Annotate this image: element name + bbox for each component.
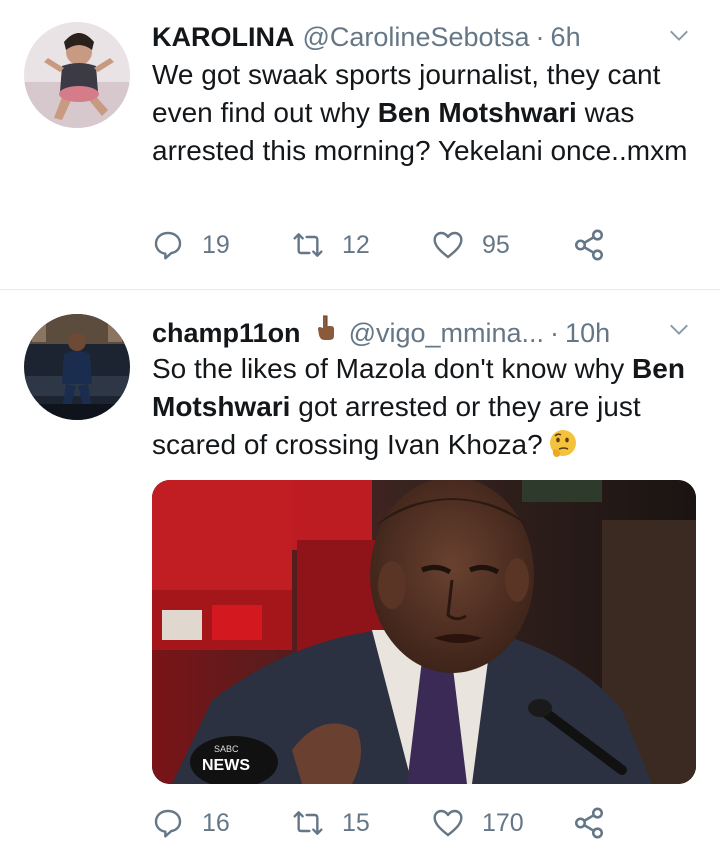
heart-icon xyxy=(433,809,463,837)
tweet-body: KAROLINA @CarolineSebotsa · 6h We got sw… xyxy=(152,18,698,170)
thinking-face-emoji-icon xyxy=(549,430,576,457)
retweet-count: 15 xyxy=(342,808,370,837)
pointing-down-emoji-icon xyxy=(317,315,334,340)
retweet-button[interactable]: 12 xyxy=(292,229,432,261)
tweet-header: KAROLINA @CarolineSebotsa · 6h xyxy=(152,18,698,56)
reply-icon xyxy=(154,809,182,838)
handle[interactable]: @vigo_mmina... xyxy=(349,314,544,352)
handle[interactable]: @CarolineSebotsa xyxy=(303,18,530,56)
like-button[interactable]: 170 xyxy=(432,807,572,839)
reply-button[interactable]: 19 xyxy=(152,229,292,261)
tweet-header: champ11on @vigo_mmina... · 10h xyxy=(152,312,698,350)
timestamp[interactable]: 6h xyxy=(551,18,581,56)
tweet-text-part: So the likes of Mazola don't know why xyxy=(152,353,633,384)
tweet-media-image[interactable]: SABC NEWS xyxy=(152,480,696,784)
tweet-actions: 19 12 95 xyxy=(152,228,712,262)
separator-dot: · xyxy=(535,22,545,52)
separator-dot: · xyxy=(550,318,560,348)
timestamp[interactable]: 10h xyxy=(565,314,610,352)
retweet-button[interactable]: 15 xyxy=(292,807,432,839)
tweet-actions: 16 15 170 xyxy=(152,806,712,840)
tweet-text-bold: Ben Motshwari xyxy=(377,97,577,128)
like-count: 95 xyxy=(482,230,510,259)
retweet-count: 12 xyxy=(342,230,370,259)
share-icon xyxy=(574,807,604,839)
reply-count: 16 xyxy=(202,808,230,837)
avatar[interactable] xyxy=(24,314,130,420)
like-button[interactable]: 95 xyxy=(432,229,572,261)
tweet[interactable]: champ11on @vigo_mmina... · 10h So the li… xyxy=(0,290,720,860)
retweet-icon xyxy=(293,811,323,835)
tweet[interactable]: KAROLINA @CarolineSebotsa · 6h We got sw… xyxy=(0,0,720,290)
tweet-text: So the likes of Mazola don't know why Be… xyxy=(152,350,702,464)
reply-count: 19 xyxy=(202,230,230,259)
reply-icon xyxy=(154,231,182,260)
avatar[interactable] xyxy=(24,22,130,128)
retweet-icon xyxy=(293,233,323,257)
reply-button[interactable]: 16 xyxy=(152,807,292,839)
share-icon xyxy=(574,229,604,261)
display-name[interactable]: champ11on xyxy=(152,314,301,352)
chevron-down-icon[interactable] xyxy=(668,318,690,340)
heart-icon xyxy=(433,231,463,259)
tweet-body: champ11on @vigo_mmina... · 10h So the li… xyxy=(152,312,698,464)
tweet-text: We got swaak sports journalist, they can… xyxy=(152,56,702,170)
display-name[interactable]: KAROLINA xyxy=(152,18,295,56)
share-button[interactable] xyxy=(572,228,712,262)
media-logo: NEWS xyxy=(202,757,250,774)
chevron-down-icon[interactable] xyxy=(668,24,690,46)
share-button[interactable] xyxy=(572,806,712,840)
media-logo-small: SABC xyxy=(214,744,239,754)
timeline-feed: KAROLINA @CarolineSebotsa · 6h We got sw… xyxy=(0,0,720,860)
like-count: 170 xyxy=(482,808,524,837)
